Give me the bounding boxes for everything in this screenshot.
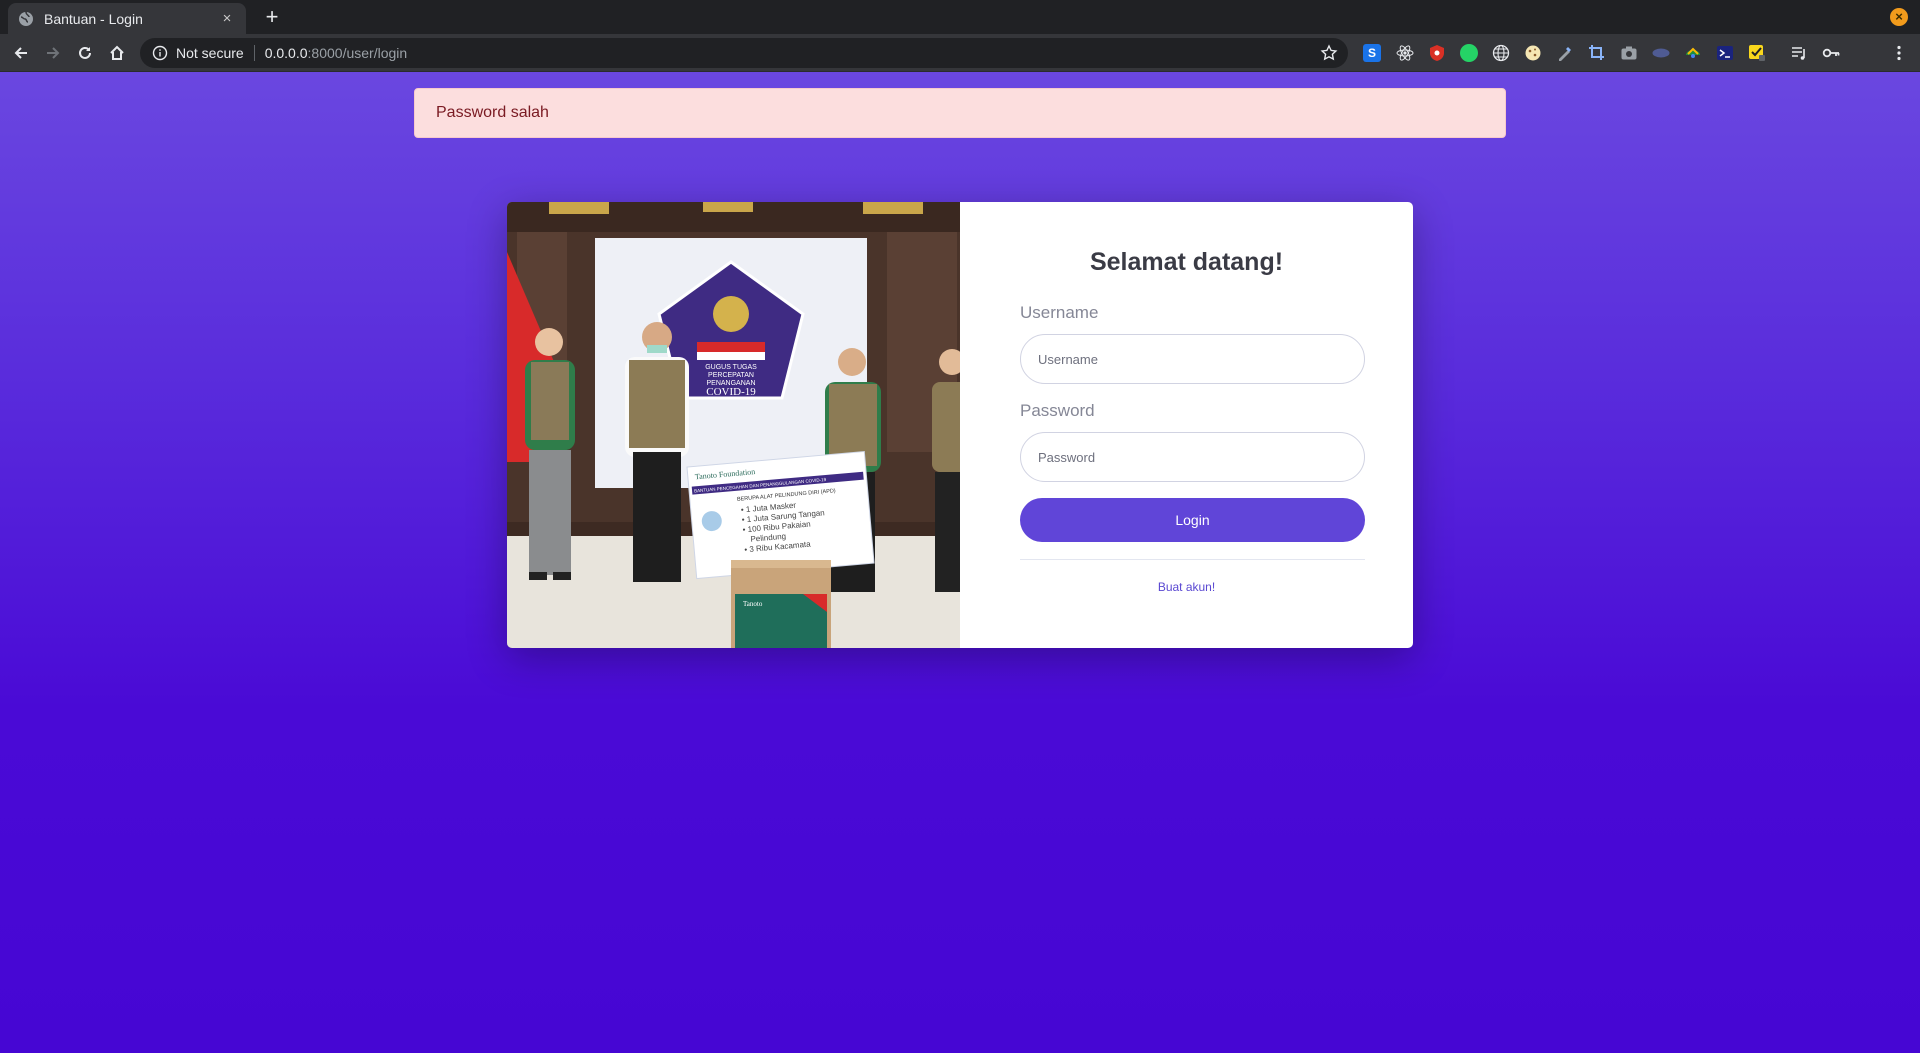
arrow-left-icon	[14, 47, 27, 59]
shield-extension-icon[interactable]	[1428, 44, 1446, 62]
username-label: Username	[1020, 303, 1099, 322]
whatsapp-extension-icon[interactable]	[1460, 44, 1478, 62]
menu-dots-icon[interactable]	[1890, 44, 1908, 62]
welcome-heading: Selamat datang!	[1089, 248, 1284, 276]
person-4	[932, 349, 960, 592]
globe-icon	[19, 11, 33, 26]
php-extension-icon[interactable]	[1652, 44, 1670, 62]
key-icon[interactable]	[1822, 44, 1840, 62]
login-card: GUGUS TUGAS PERCEPATAN PENANGANAN COVID-…	[507, 202, 1413, 648]
login-button[interactable]: Login	[1020, 498, 1365, 542]
new-tab-button[interactable]: +	[260, 5, 284, 29]
browser-toolbar: Not secure 0.0.0.0 :8000/user/login S 51…	[0, 34, 1920, 98]
media-playlist-icon[interactable]	[1790, 44, 1808, 62]
register-link[interactable]: Buat akun!	[960, 580, 1413, 594]
bookmark-star-icon[interactable]	[1320, 44, 1338, 62]
poster-line-4: COVID-19	[706, 386, 756, 398]
error-alert: Password salah	[414, 88, 1506, 138]
form-divider	[1020, 559, 1365, 560]
person-2	[625, 322, 689, 582]
crop-icon[interactable]	[1588, 44, 1606, 62]
address-divider	[253, 45, 255, 61]
reload-button[interactable]	[73, 41, 97, 65]
poster-line-1: GUGUS TUGAS	[705, 364, 757, 371]
window-close-button[interactable]: ×	[1890, 8, 1908, 26]
password-input[interactable]	[1020, 432, 1365, 482]
arrow-right-icon	[47, 47, 60, 59]
terminal-extension-icon[interactable]	[1716, 44, 1734, 62]
security-status: Not secure	[176, 45, 244, 61]
alert-message: Password salah	[436, 104, 549, 121]
person-1	[525, 328, 575, 580]
tab-title: Bantuan - Login	[44, 10, 143, 27]
address-bar[interactable]: Not secure 0.0.0.0 :8000/user/login	[140, 38, 1348, 68]
forward-button[interactable]	[41, 41, 65, 65]
home-icon	[110, 45, 124, 60]
login-form: Selamat datang! Username Password Login …	[960, 202, 1413, 648]
url-path: :8000/user/login	[307, 45, 408, 61]
vpn-extension-icon[interactable]	[1684, 44, 1702, 62]
donation-banner: Tanoto Foundation BANTUAN PENCEGAHAN DAN…	[686, 450, 875, 580]
cookie-extension-icon[interactable]	[1524, 44, 1542, 62]
poster-line-2: PERCEPATAN	[708, 372, 754, 379]
password-label: Password	[1020, 401, 1095, 420]
box-label: Tanoto	[743, 600, 763, 608]
globe-extension-icon[interactable]	[1492, 44, 1510, 62]
react-devtools-icon[interactable]	[1396, 44, 1414, 62]
browser-tab-bar: Bantuan - Login × + ×	[0, 0, 1920, 34]
username-input[interactable]	[1020, 334, 1365, 384]
back-button[interactable]	[9, 41, 33, 65]
note-extension-icon[interactable]	[1748, 44, 1766, 62]
info-icon[interactable]	[152, 45, 168, 61]
reload-icon	[79, 46, 91, 59]
tab-close-icon[interactable]: ×	[218, 10, 236, 27]
s-extension-icon[interactable]: S	[1363, 44, 1381, 62]
login-illustration: GUGUS TUGAS PERCEPATAN PENANGANAN COVID-…	[507, 202, 960, 648]
donation-box: Tanoto	[731, 560, 831, 648]
url-host: 0.0.0.0	[264, 45, 308, 61]
camera-icon[interactable]	[1620, 44, 1638, 62]
color-picker-icon[interactable]	[1556, 44, 1574, 62]
home-button[interactable]	[105, 41, 129, 65]
page-background: Password salah GUGUS TUGAS PERCEPATAN PE…	[0, 72, 1920, 1053]
browser-tab[interactable]: Bantuan - Login ×	[8, 3, 246, 34]
